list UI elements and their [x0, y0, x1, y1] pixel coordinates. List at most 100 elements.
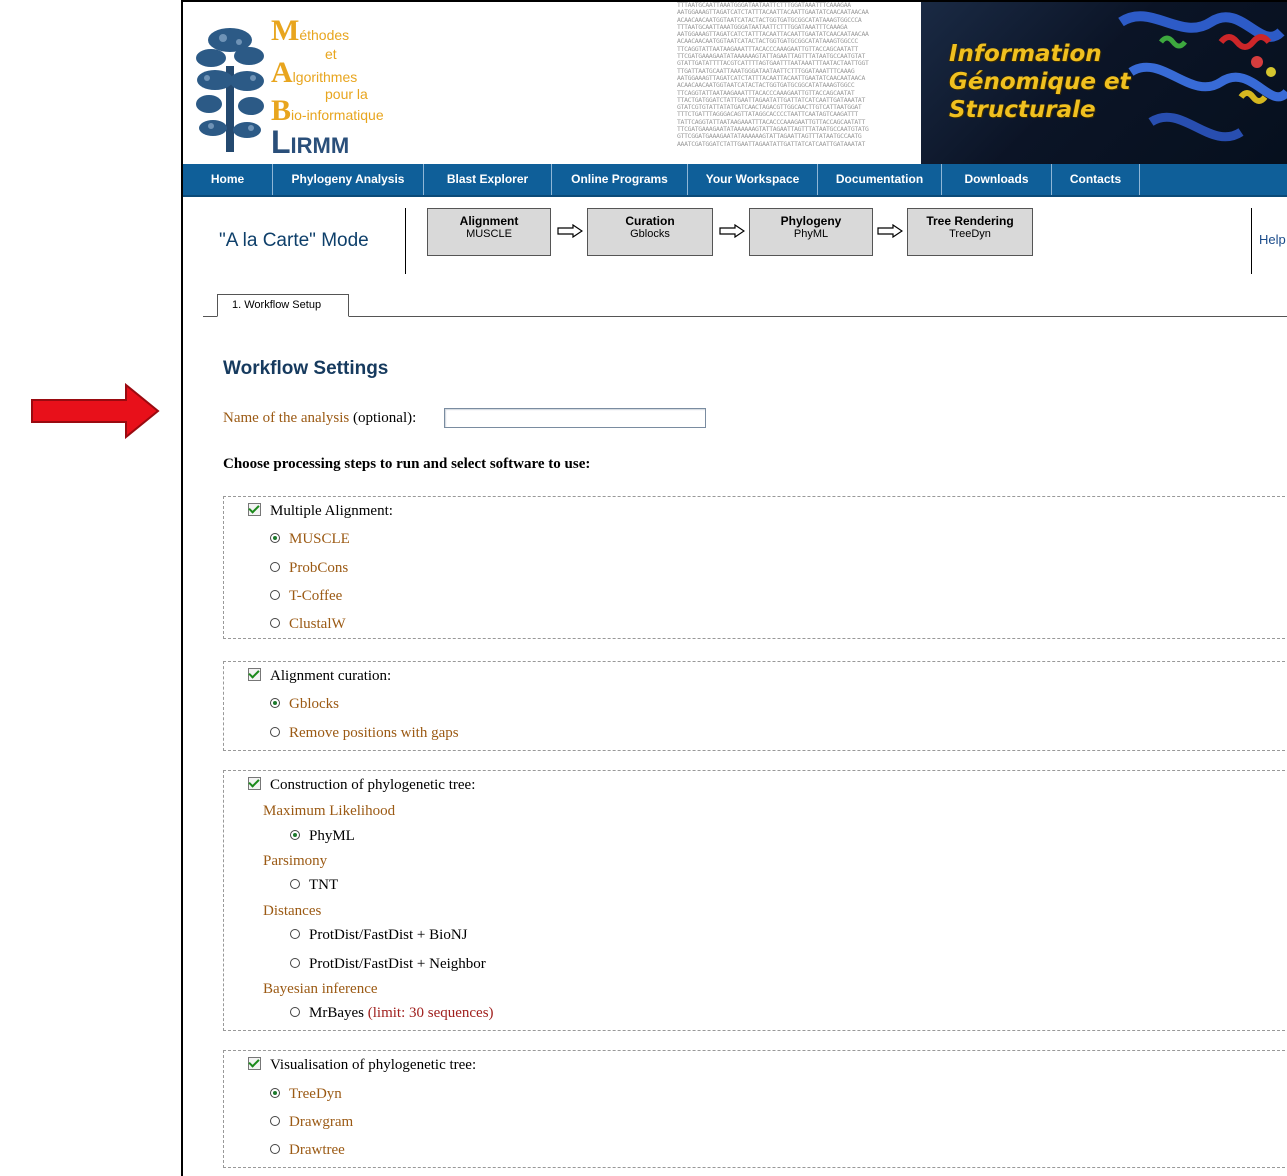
alignment-checkbox[interactable] [248, 503, 261, 516]
nav-phylogeny-analysis[interactable]: Phylogeny Analysis [273, 164, 424, 195]
option-treedyn-label: TreeDyn [289, 1086, 342, 1102]
banner-line-2: Génomique et [949, 69, 1131, 95]
option-remove-gaps[interactable]: Remove positions with gaps [270, 725, 459, 742]
radio-muscle[interactable] [270, 533, 280, 543]
option-clustalw[interactable]: ClustalW [270, 616, 346, 633]
radio-drawgram[interactable] [270, 1116, 280, 1126]
help-link[interactable]: Help [1259, 232, 1286, 247]
option-gblocks[interactable]: Gblocks [270, 696, 339, 713]
radio-tcoffee[interactable] [270, 590, 280, 600]
option-mrbayes-label: MrBayes [309, 1005, 364, 1021]
option-drawgram-label: Drawgram [289, 1114, 354, 1130]
divider-right [1251, 208, 1252, 274]
visualisation-step-row: Visualisation of phylogenetic tree: [248, 1057, 476, 1074]
visualisation-step-label: Visualisation of phylogenetic tree: [270, 1057, 477, 1073]
radio-treedyn[interactable] [270, 1088, 280, 1098]
option-tnt-label: TNT [309, 877, 339, 893]
option-mrbayes[interactable]: MrBayes (limit: 30 sequences) [290, 1005, 494, 1022]
tree-checkbox[interactable] [248, 777, 261, 790]
radio-gblocks[interactable] [270, 698, 280, 708]
step-curation-tool: Gblocks [630, 228, 670, 240]
nav-your-workspace[interactable]: Your Workspace [688, 164, 818, 195]
option-probcons-label: ProbCons [289, 560, 349, 576]
tab-workflow-setup[interactable]: 1. Workflow Setup [217, 294, 349, 317]
analysis-optional-text: (optional): [352, 410, 417, 426]
curation-step-label: Alignment curation: [270, 668, 392, 684]
category-maximum-likelihood: Maximum Likelihood [263, 803, 396, 819]
option-tnt[interactable]: TNT [290, 877, 338, 894]
banner-title: Information Génomique et Structurale [949, 40, 1131, 124]
structural-banner: Information Génomique et Structurale [921, 2, 1287, 164]
option-drawtree-label: Drawtree [289, 1142, 345, 1158]
logo-word-methodes: éthodes [299, 27, 350, 43]
step-tree-rendering[interactable]: Tree Rendering TreeDyn [907, 208, 1033, 256]
radio-bionj[interactable] [290, 929, 300, 939]
option-tcoffee-label: T-Coffee [289, 588, 343, 604]
radio-remove-gaps[interactable] [270, 727, 280, 737]
mrbayes-limit-note: (limit: 30 sequences) [367, 1005, 494, 1021]
option-treedyn[interactable]: TreeDyn [270, 1086, 342, 1103]
mode-title: "A la Carte" Mode [219, 230, 369, 251]
nav-online-programs[interactable]: Online Programs [552, 164, 688, 195]
radio-mrbayes[interactable] [290, 1007, 300, 1017]
lirmm-rest: IRMM [290, 133, 350, 158]
logo-word-bioinformatique: io-informatique [291, 107, 384, 123]
option-bionj-label: ProtDist/FastDist + BioNJ [309, 927, 468, 943]
category-distances: Distances [263, 903, 322, 919]
radio-clustalw[interactable] [270, 618, 280, 628]
nav-home[interactable]: Home [183, 164, 273, 195]
step-alignment-tool: MUSCLE [466, 228, 512, 240]
option-phyml[interactable]: PhyML [290, 828, 355, 845]
tree-step-label: Construction of phylogenetic tree: [270, 777, 476, 793]
analysis-name-input[interactable] [444, 408, 706, 428]
lirmm-logo: LIRMM [271, 124, 349, 161]
radio-probcons[interactable] [270, 562, 280, 572]
step-alignment[interactable]: Alignment MUSCLE [427, 208, 551, 256]
alignment-step-label: Multiple Alignment: [270, 503, 393, 519]
radio-tnt[interactable] [290, 879, 300, 889]
curation-checkbox[interactable] [248, 668, 261, 681]
option-bionj[interactable]: ProtDist/FastDist + BioNJ [290, 927, 468, 944]
analysis-name-label: Name of the analysis (optional): [223, 410, 416, 427]
choose-steps-label: Choose processing steps to run and selec… [223, 456, 591, 472]
dna-line: AAATCGATGGATCTATTGAATTAGAATATTGATTATCATC… [677, 139, 866, 148]
category-parsimony: Parsimony [263, 853, 328, 869]
workflow-settings-title: Workflow Settings [223, 358, 389, 379]
step-curation-title: Curation [625, 214, 675, 228]
nav-documentation[interactable]: Documentation [818, 164, 942, 195]
page-frame: Méthodes et Algorithmes pour la Bio-info… [181, 0, 1287, 1176]
option-probcons[interactable]: ProbCons [270, 560, 348, 577]
banner-line-3: Structurale [949, 97, 1096, 123]
step-phylogeny-tool: PhyML [793, 228, 829, 240]
radio-neighbor[interactable] [290, 958, 300, 968]
nav-downloads[interactable]: Downloads [942, 164, 1052, 195]
option-drawtree[interactable]: Drawtree [270, 1142, 345, 1159]
option-gblocks-label: Gblocks [289, 696, 339, 712]
category-bayesian: Bayesian inference [263, 981, 378, 997]
visualisation-checkbox[interactable] [248, 1057, 261, 1070]
option-drawgram[interactable]: Drawgram [270, 1114, 353, 1131]
step-tree-rendering-title: Tree Rendering [926, 214, 1014, 228]
nav-blast-explorer[interactable]: Blast Explorer [424, 164, 552, 195]
tree-step-row: Construction of phylogenetic tree: [248, 777, 475, 794]
lirmm-letter: L [271, 124, 291, 160]
option-muscle-label: MUSCLE [289, 531, 350, 547]
step-phylogeny[interactable]: Phylogeny PhyML [749, 208, 873, 256]
analysis-name-text: Name of the analysis [223, 410, 350, 426]
visualisation-group: Visualisation of phylogenetic tree: Tree… [223, 1050, 1285, 1168]
option-tcoffee[interactable]: T-Coffee [270, 588, 342, 605]
divider-left [405, 208, 406, 274]
option-muscle[interactable]: MUSCLE [270, 531, 350, 548]
nav-contacts[interactable]: Contacts [1052, 164, 1140, 195]
alignment-step-row: Multiple Alignment: [248, 503, 393, 520]
arrow-right-icon [877, 224, 903, 238]
option-neighbor[interactable]: ProtDist/FastDist + Neighbor [290, 956, 486, 973]
radio-drawtree[interactable] [270, 1144, 280, 1154]
logo-letter-b: B [271, 94, 292, 127]
option-remove-gaps-label: Remove positions with gaps [289, 725, 459, 741]
radio-phyml[interactable] [290, 830, 300, 840]
curation-step-row: Alignment curation: [248, 668, 391, 685]
step-curation[interactable]: Curation Gblocks [587, 208, 713, 256]
step-tree-rendering-tool: TreeDyn [949, 228, 991, 240]
arrow-right-icon [557, 224, 583, 238]
